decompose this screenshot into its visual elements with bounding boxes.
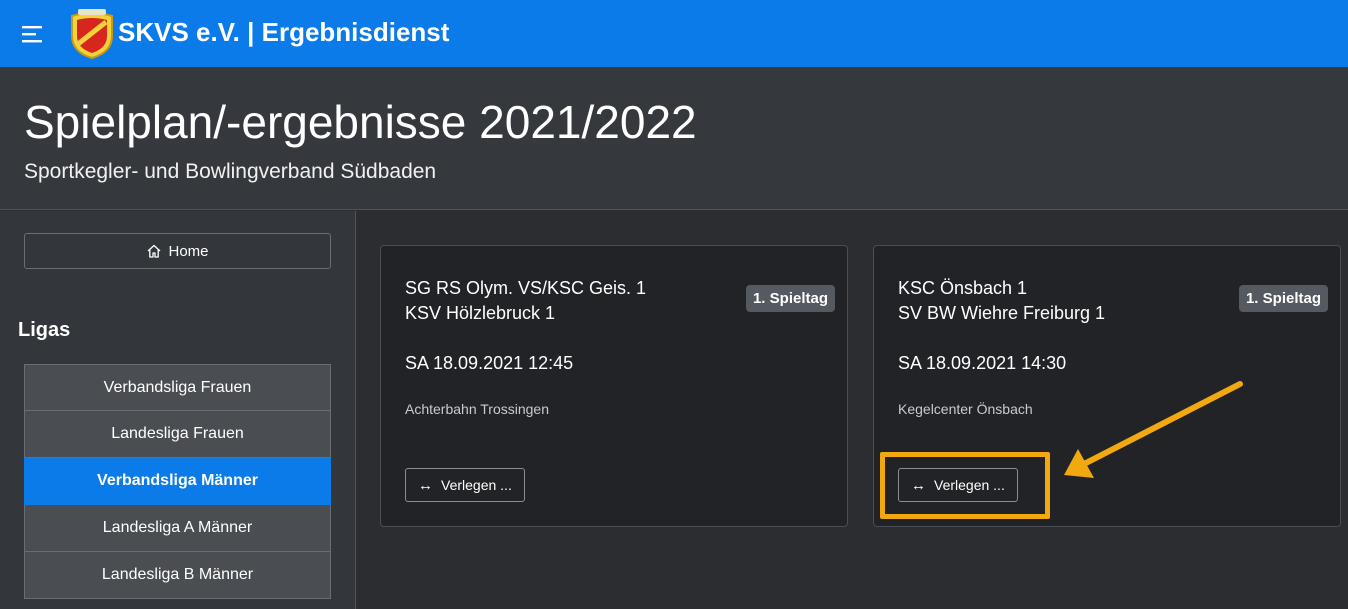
sidebar: Home Ligas Verbandsliga Frauen Landeslig… bbox=[0, 211, 356, 609]
match-teams: SG RS Olym. VS/KSC Geis. 1 KSV Hölzlebru… bbox=[405, 276, 646, 326]
home-team: SG RS Olym. VS/KSC Geis. 1 bbox=[405, 278, 647, 298]
home-icon bbox=[148, 244, 161, 258]
sidebar-item-landesliga-a-maenner[interactable]: Landesliga A Männer bbox=[24, 505, 331, 552]
home-button[interactable]: Home bbox=[24, 233, 331, 269]
leagues-heading: Ligas bbox=[18, 319, 71, 341]
away-team: KSV Hölzlebruck 1 bbox=[405, 303, 556, 323]
match-card: SG RS Olym. VS/KSC Geis. 1 KSV Hölzlebru… bbox=[380, 245, 848, 527]
sidebar-item-verbandsliga-frauen[interactable]: Verbandsliga Frauen bbox=[24, 364, 331, 411]
sidebar-item-landesliga-frauen[interactable]: Landesliga Frauen bbox=[24, 411, 331, 458]
match-datetime: SA 18.09.2021 14:30 bbox=[898, 353, 1067, 373]
sidebar-item-landesliga-b-maenner[interactable]: Landesliga B Männer bbox=[24, 552, 331, 599]
league-list: Verbandsliga Frauen Landesliga Frauen Ve… bbox=[24, 364, 331, 599]
matchday-badge: 1. Spieltag bbox=[745, 285, 835, 312]
skvs-crest-logo[interactable] bbox=[68, 8, 116, 60]
left-right-arrow-icon: ↔ bbox=[418, 476, 433, 494]
reschedule-button[interactable]: ↔ Verlegen ... bbox=[898, 468, 1018, 502]
match-venue: Kegelcenter Önsbach bbox=[898, 401, 1033, 417]
app-title[interactable]: SKVS e.V. | Ergebnisdienst bbox=[118, 17, 449, 48]
page-subtitle: Sportkegler- und Bowlingverband Südbaden bbox=[24, 160, 437, 183]
match-card: KSC Önsbach 1 SV BW Wiehre Freiburg 1 1.… bbox=[873, 245, 1341, 527]
sidebar-item-verbandsliga-maenner[interactable]: Verbandsliga Männer bbox=[24, 458, 331, 505]
hamburger-menu-icon[interactable] bbox=[22, 24, 46, 44]
reschedule-button-label: Verlegen ... bbox=[441, 477, 512, 493]
left-right-arrow-icon: ↔ bbox=[911, 476, 926, 494]
home-team: KSC Önsbach 1 bbox=[898, 278, 1028, 298]
top-navbar: SKVS e.V. | Ergebnisdienst bbox=[0, 0, 1348, 67]
reschedule-button[interactable]: ↔ Verlegen ... bbox=[405, 468, 525, 502]
main-content: SG RS Olym. VS/KSC Geis. 1 KSV Hölzlebru… bbox=[357, 211, 1348, 609]
match-datetime: SA 18.09.2021 12:45 bbox=[405, 353, 574, 373]
match-teams: KSC Önsbach 1 SV BW Wiehre Freiburg 1 bbox=[898, 276, 1105, 326]
match-venue: Achterbahn Trossingen bbox=[405, 401, 549, 417]
home-button-label: Home bbox=[168, 242, 209, 260]
matchday-badge: 1. Spieltag bbox=[1238, 285, 1328, 312]
reschedule-button-label: Verlegen ... bbox=[934, 477, 1005, 493]
away-team: SV BW Wiehre Freiburg 1 bbox=[898, 303, 1106, 323]
page-header: Spielplan/-ergebnisse 2021/2022 Sportkeg… bbox=[0, 67, 1348, 210]
page-title: Spielplan/-ergebnisse 2021/2022 bbox=[24, 96, 697, 148]
